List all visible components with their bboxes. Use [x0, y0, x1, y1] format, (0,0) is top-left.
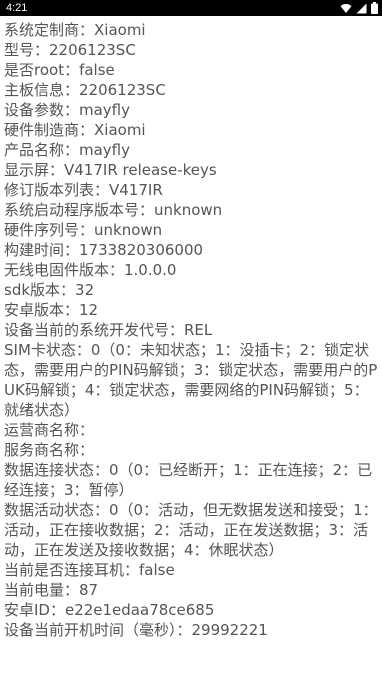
info-revision-list: 修订版本列表：V417IR: [4, 181, 163, 199]
info-board: 主板信息：2206123SC: [4, 81, 166, 99]
device-info-list: 系统定制商：Xiaomi 型号：2206123SC 是否root：false 主…: [0, 20, 382, 640]
info-display: 显示屏：V417IR release-keys: [4, 161, 217, 179]
info-data-connection: 数据连接状态：0（0：已经断开；1：正在连接；2：已经连接；3：暂停）: [4, 461, 373, 499]
info-sim-state: SIM卡状态：0（0：未知状态；1：没插卡；2：锁定状态，需要用户的PIN码解锁…: [4, 341, 378, 419]
wifi-icon: [340, 3, 352, 14]
info-model: 型号：2206123SC: [4, 41, 136, 59]
status-time: 4:21: [6, 2, 28, 14]
info-service-provider: 服务商名称：: [4, 441, 95, 459]
info-device: 设备参数：mayfly: [4, 101, 131, 119]
info-product-name: 产品名称：mayfly: [4, 141, 131, 159]
info-radio-firmware: 无线电固件版本：1.0.0.0: [4, 261, 177, 279]
info-sdk: sdk版本：32: [4, 281, 95, 299]
signal-icon: [356, 3, 367, 14]
info-hardware-serial: 硬件序列号：unknown: [4, 221, 163, 239]
status-bar: 4:21: [0, 0, 382, 16]
info-manufacturer-custom: 系统定制商：Xiaomi: [4, 21, 146, 39]
info-bootloader: 系统启动程序版本号：unknown: [4, 201, 223, 219]
info-uptime: 设备当前开机时间（毫秒）：29992221: [4, 621, 268, 639]
info-android-version: 安卓版本：12: [4, 301, 99, 319]
info-build-time: 构建时间：1733820306000: [4, 241, 204, 259]
info-root: 是否root：false: [4, 61, 115, 79]
status-icons: [340, 2, 378, 14]
info-headset: 当前是否连接耳机：false: [4, 561, 175, 579]
info-battery-level: 当前电量：87: [4, 581, 99, 599]
info-data-activity: 数据活动状态：0（0：活动，但无数据发送和接受；1：活动，正在接收数据；2：活动…: [4, 501, 378, 559]
battery-icon: [371, 2, 378, 14]
info-android-id: 安卓ID：e22e1edaa78ce685: [4, 601, 215, 619]
info-hardware-manufacturer: 硬件制造商：Xiaomi: [4, 121, 146, 139]
info-codename: 设备当前的系统开发代号：REL: [4, 321, 213, 339]
info-operator-name: 运营商名称：: [4, 421, 95, 439]
